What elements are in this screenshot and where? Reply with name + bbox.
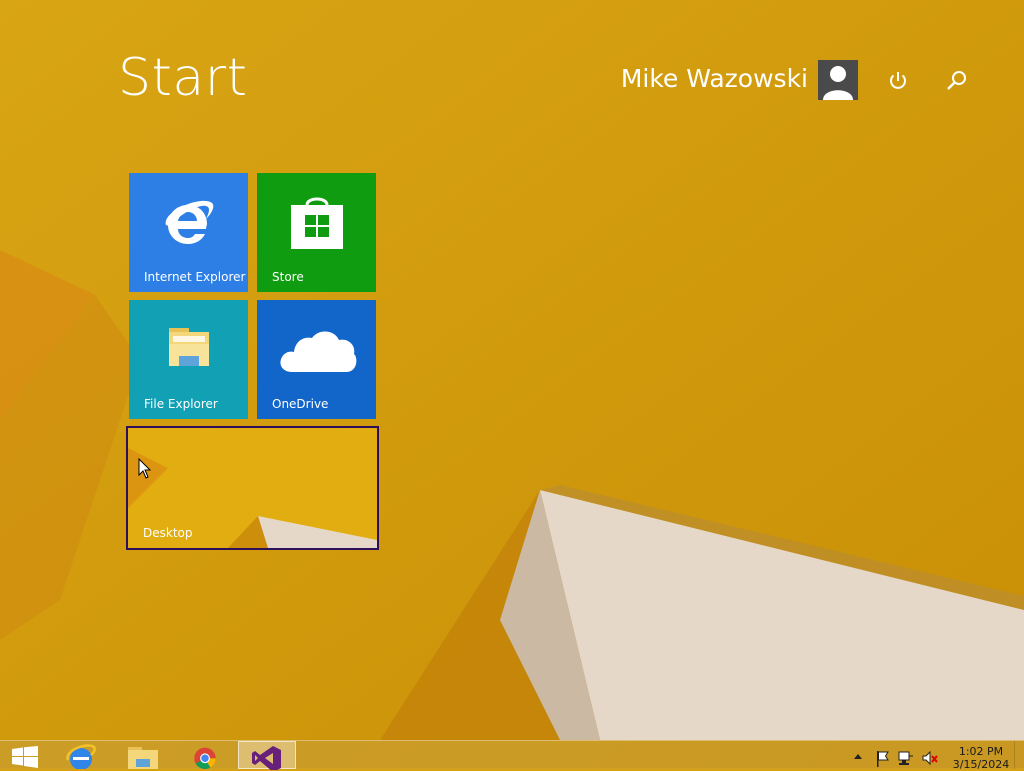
taskbar: 1:02 PM 3/15/2024 [0, 740, 1024, 771]
volume-muted-icon[interactable] [921, 741, 939, 769]
tile-label: Internet Explorer [144, 270, 246, 284]
taskbar-clock[interactable]: 1:02 PM 3/15/2024 [950, 745, 1012, 771]
taskbar-chrome[interactable] [176, 741, 234, 769]
tile-file-explorer[interactable]: File Explorer [129, 300, 248, 419]
show-desktop-button[interactable] [1014, 741, 1024, 769]
user-avatar[interactable] [818, 60, 858, 100]
tile-internet-explorer[interactable]: Internet Explorer [129, 173, 248, 292]
internet-explorer-icon [66, 744, 96, 769]
user-name[interactable]: Mike Wazowski [621, 66, 808, 91]
internet-explorer-icon [165, 200, 214, 244]
taskbar-internet-explorer[interactable] [52, 741, 110, 769]
tile-store[interactable]: Store [257, 173, 376, 292]
visual-studio-icon [252, 746, 281, 770]
taskbar-visual-studio[interactable] [238, 741, 296, 770]
action-center-flag-icon[interactable] [874, 741, 890, 769]
tile-label: File Explorer [144, 397, 218, 411]
windows-start-icon [12, 746, 38, 768]
search-button[interactable] [945, 69, 969, 93]
store-bag-icon [291, 197, 343, 249]
network-icon[interactable] [897, 741, 915, 769]
search-icon [947, 71, 966, 90]
mouse-cursor-icon [138, 458, 152, 479]
tile-label: Store [272, 270, 304, 284]
chrome-icon [194, 747, 216, 769]
onedrive-cloud-icon [280, 331, 357, 372]
tile-label: OneDrive [272, 397, 329, 411]
clock-time: 1:02 PM [958, 745, 1004, 758]
clock-date: 3/15/2024 [952, 758, 1010, 771]
power-button[interactable] [886, 69, 910, 93]
show-hidden-icons-chevron[interactable] [852, 741, 864, 769]
tile-label: Desktop [143, 526, 193, 540]
power-icon [890, 72, 906, 89]
start-title: Start [118, 48, 248, 108]
file-explorer-icon [128, 747, 158, 769]
tile-desktop[interactable]: Desktop [126, 426, 379, 550]
start-button[interactable] [0, 741, 50, 769]
folder-icon [169, 328, 209, 366]
taskbar-file-explorer[interactable] [114, 741, 172, 769]
user-silhouette-icon [823, 66, 853, 100]
tile-onedrive[interactable]: OneDrive [257, 300, 376, 419]
